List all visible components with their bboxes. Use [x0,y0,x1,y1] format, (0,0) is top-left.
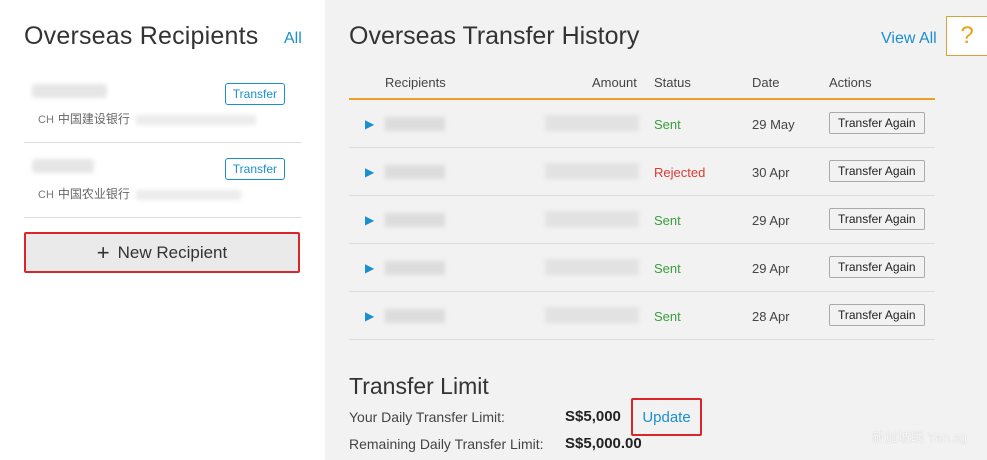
table-header: Recipients Amount Status Date Actions [349,70,935,100]
date-text: 30 Apr [752,165,790,180]
recipient-redacted [385,261,445,275]
remaining-limit-label: Remaining Daily Transfer Limit: [349,436,544,452]
transfer-again-button[interactable]: Transfer Again [829,208,925,230]
account-redacted [135,114,256,125]
recipient-item[interactable]: CH 中国建设银行 Transfer [24,68,301,143]
table-row: ▶ Sent 29 Apr Transfer Again [349,196,935,244]
transfer-again-button[interactable]: Transfer Again [829,160,925,182]
amount-redacted [545,211,639,227]
transfer-again-button[interactable]: Transfer Again [829,256,925,278]
new-recipient-label: New Recipient [117,242,228,262]
expand-arrow-icon[interactable]: ▶ [365,165,374,179]
view-all-link[interactable]: View All [881,30,937,48]
status-text: Sent [654,117,681,132]
transfer-button[interactable]: Transfer [224,158,285,180]
bank-name: 中国建设银行 [57,112,130,126]
help-icon[interactable]: ? [946,16,987,56]
help-glyph: ? [960,22,974,49]
transfer-again-button[interactable]: Transfer Again [829,304,925,326]
status-text: Sent [654,213,681,228]
table-row: ▶ Sent 29 May Transfer Again [349,100,935,148]
daily-limit-value: S$5,000 [565,408,621,425]
date-text: 28 Apr [752,309,790,324]
date-text: 29 Apr [752,213,790,228]
amount-redacted [545,307,639,323]
transfer-limit-title: Transfer Limit [349,373,489,399]
new-recipient-button[interactable]: + New Recipient [24,232,300,273]
history-title: Overseas Transfer History [349,22,640,50]
status-text: Sent [654,309,681,324]
recipients-panel: Overseas Recipients All CH 中国建设银行 Transfe… [0,0,325,460]
update-limit-link[interactable]: Update [631,398,702,436]
transfer-history-panel: Overseas Transfer History View All ? Rec… [325,0,987,460]
status-text: Sent [654,261,681,276]
recipient-redacted [385,213,445,227]
col-actions: Actions [829,75,872,90]
recipient-item[interactable]: CH 中国农业银行 Transfer [24,143,301,218]
table-row: ▶ Sent 29 Apr Transfer Again [349,244,935,292]
date-text: 29 Apr [752,261,790,276]
recipient-redacted [385,165,445,179]
transfer-again-button[interactable]: Transfer Again [829,112,925,134]
recipient-redacted [385,309,445,323]
expand-arrow-icon[interactable]: ▶ [365,309,374,323]
recipient-bank: CH 中国建设银行 [38,110,256,127]
table-row: ▶ Rejected 30 Apr Transfer Again [349,148,935,196]
transfer-button[interactable]: Transfer [224,83,285,105]
expand-arrow-icon[interactable]: ▶ [365,261,374,275]
remaining-limit-value: S$5,000.00 [565,435,642,452]
country-code: CH [38,189,54,201]
watermark-text: 新加坡眼 Yan.sg [871,430,967,445]
update-label: Update [642,408,691,426]
amount-redacted [545,115,639,131]
plus-icon: + [96,239,110,265]
status-text: Rejected [654,165,706,180]
col-date: Date [752,75,780,90]
recipient-name-redacted [32,159,94,173]
country-code: CH [38,114,54,126]
expand-arrow-icon[interactable]: ▶ [365,117,374,131]
all-recipients-link[interactable]: All [284,30,302,48]
col-recipients: Recipients [385,75,446,90]
col-amount: Amount [592,75,637,90]
history-table: Recipients Amount Status Date Actions ▶ … [349,70,935,340]
daily-limit-label: Your Daily Transfer Limit: [349,409,505,425]
table-row: ▶ Sent 28 Apr Transfer Again [349,292,935,340]
amount-redacted [545,259,639,275]
date-text: 29 May [752,117,795,132]
account-redacted [135,189,241,200]
bank-name: 中国农业银行 [57,187,130,201]
recipient-bank: CH 中国农业银行 [38,185,241,202]
recipients-title: Overseas Recipients [24,22,259,50]
recipient-name-redacted [32,84,107,98]
recipient-redacted [385,117,445,131]
expand-arrow-icon[interactable]: ▶ [365,213,374,227]
col-status: Status [654,75,691,90]
amount-redacted [545,163,639,179]
